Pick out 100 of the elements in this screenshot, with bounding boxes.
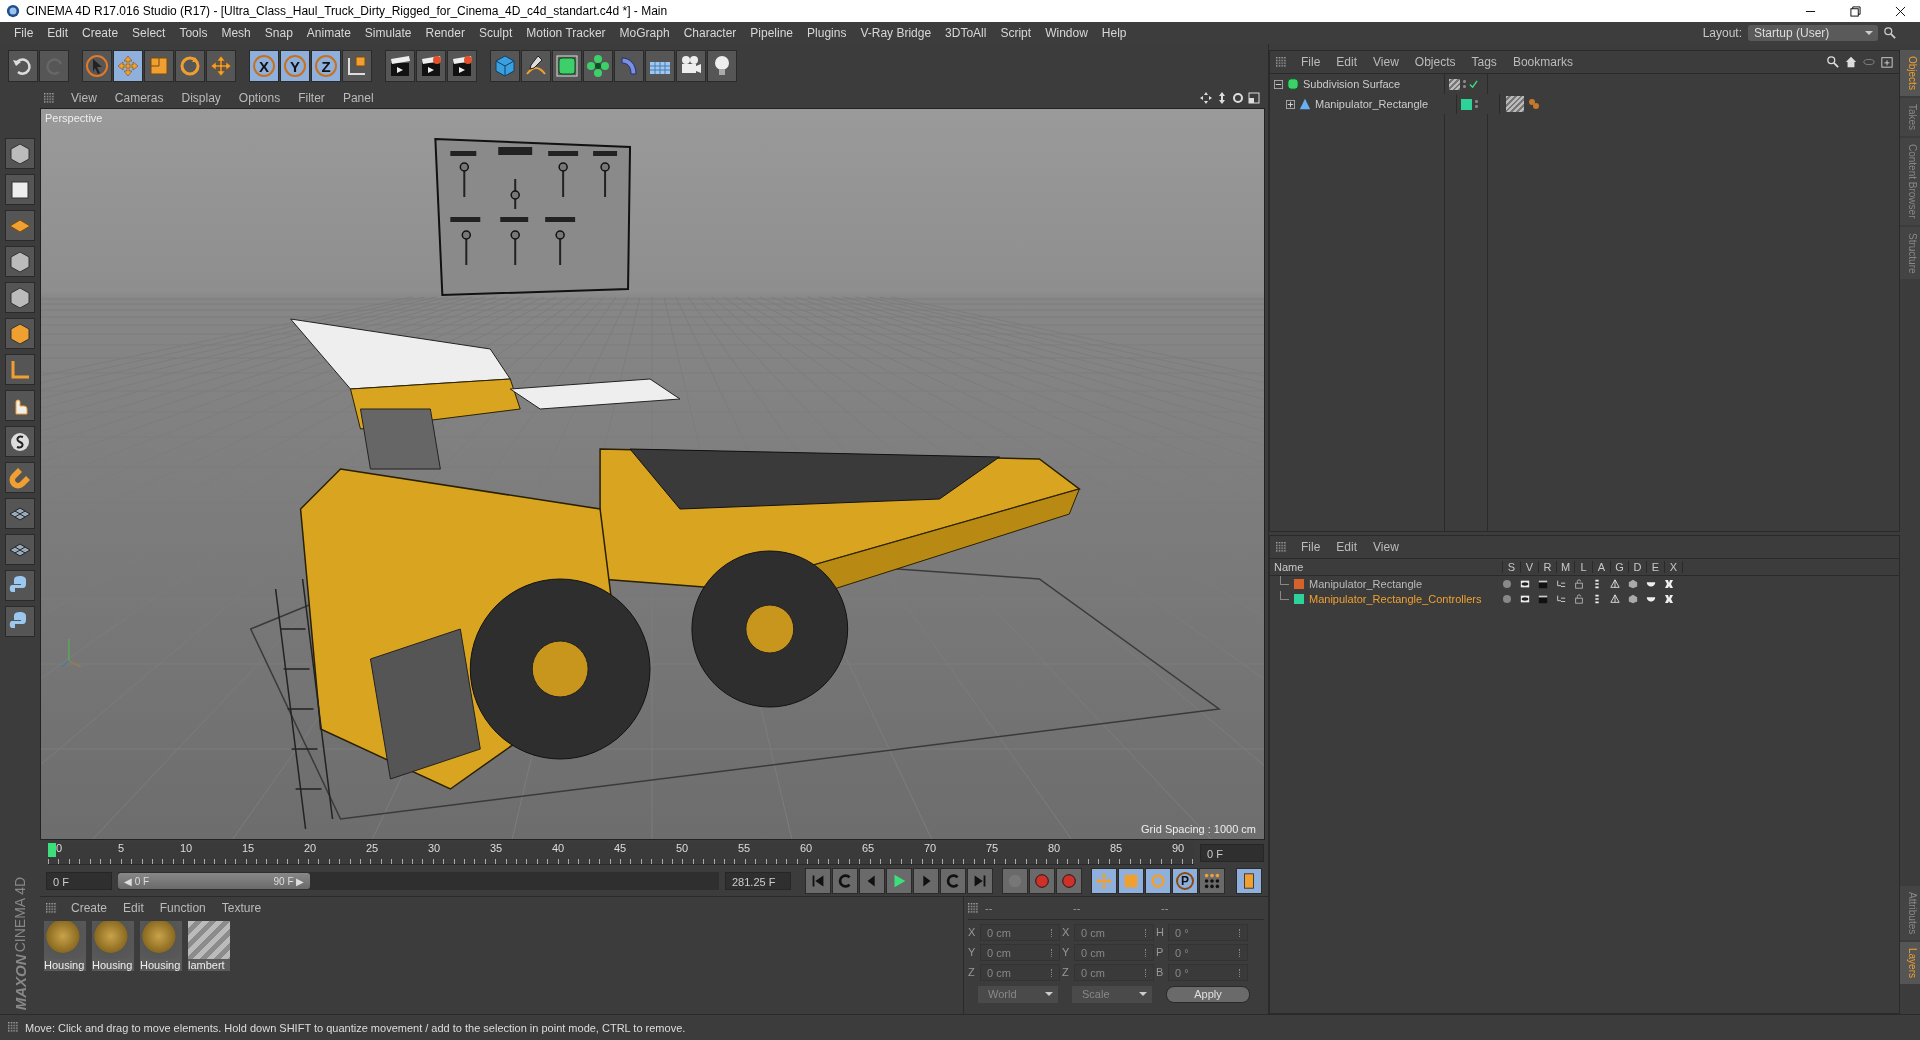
mode-tool-icon[interactable] [5, 534, 35, 565]
mode-tool-icon[interactable] [5, 210, 35, 241]
column-header[interactable]: V [1521, 561, 1539, 573]
light-button[interactable] [707, 50, 737, 82]
menu-item[interactable]: Character [677, 26, 745, 40]
play-button[interactable] [886, 868, 912, 894]
column-header[interactable]: G [1611, 561, 1629, 573]
param-button[interactable]: P [1172, 868, 1198, 894]
move-button[interactable] [113, 50, 143, 82]
mode-tool-icon[interactable] [5, 462, 35, 493]
mode-tool-icon[interactable] [5, 138, 35, 169]
menu-item[interactable]: Render [419, 26, 473, 40]
eye-icon[interactable] [1520, 578, 1530, 589]
close-icon[interactable] [1895, 5, 1906, 17]
animation-icon[interactable] [1592, 578, 1602, 589]
menu-item[interactable]: Motion Tracker [520, 26, 614, 40]
column-header[interactable]: S [1503, 561, 1521, 573]
apply-button[interactable]: Apply [1166, 985, 1250, 1003]
subdivide-button[interactable] [552, 50, 582, 82]
cube-button[interactable] [490, 50, 520, 82]
floor-button[interactable] [645, 50, 675, 82]
coordinate-field[interactable]: 0 cm [980, 963, 1060, 981]
layer-color-swatch[interactable] [1294, 593, 1304, 604]
playhead[interactable] [48, 842, 56, 857]
material-menu-item[interactable]: Function [151, 901, 214, 915]
generator-icon[interactable] [1610, 578, 1620, 589]
home-icon[interactable] [1845, 56, 1857, 68]
column-header[interactable]: E [1647, 561, 1665, 573]
xref-icon[interactable] [1664, 593, 1674, 604]
column-header[interactable]: M [1557, 561, 1575, 573]
deformer-button[interactable] [614, 50, 644, 82]
camera-button[interactable] [676, 50, 706, 82]
mode-tool-icon[interactable] [5, 282, 35, 313]
axis-lock-button[interactable]: Y [280, 50, 310, 82]
select-button[interactable] [82, 50, 112, 82]
animation-icon[interactable] [1592, 593, 1602, 604]
timeline-button[interactable] [1236, 868, 1262, 894]
layer-color-icon[interactable] [1461, 98, 1472, 110]
coordinate-field[interactable]: 0 cm [980, 923, 1060, 941]
material-swatch[interactable]: lambert [188, 921, 230, 971]
axis-lock-button[interactable]: X [249, 50, 279, 82]
rotate-button[interactable] [1145, 868, 1171, 894]
menu-item[interactable]: 3DToAll [939, 26, 995, 40]
restore-icon[interactable] [1850, 5, 1861, 17]
viewport-menu-item[interactable]: View [63, 91, 105, 105]
coordinate-field[interactable]: 0 cm [980, 943, 1060, 961]
objects-menu-item[interactable]: Objects [1406, 55, 1464, 69]
lock-icon[interactable] [1574, 578, 1584, 589]
mode-tool-icon[interactable] [5, 174, 35, 205]
solo-dot-icon[interactable] [1502, 593, 1512, 604]
undo-button[interactable] [8, 50, 38, 82]
new-panel-icon[interactable] [1881, 56, 1893, 68]
material-swatch[interactable]: Housing [140, 921, 182, 971]
menu-item[interactable]: Plugins [801, 26, 855, 40]
lock-icon[interactable] [1574, 593, 1584, 604]
mode-tool-icon[interactable] [5, 354, 35, 385]
current-frame-field[interactable]: 0 F [1200, 844, 1264, 862]
search-icon[interactable] [1827, 56, 1839, 68]
column-header[interactable]: R [1539, 561, 1557, 573]
objects-menu-item[interactable]: View [1365, 55, 1407, 69]
menu-item[interactable]: Pipeline [744, 26, 802, 40]
material-menu-item[interactable]: Edit [115, 901, 152, 915]
mode-tool-icon[interactable] [5, 570, 35, 601]
eye-icon[interactable] [1520, 593, 1530, 604]
start-frame-field[interactable]: 0 F [46, 872, 112, 890]
viewport-menu-item[interactable]: Filter [290, 91, 333, 105]
deformer-icon[interactable] [1628, 578, 1638, 589]
viewport-menu-item[interactable]: Cameras [106, 91, 172, 105]
scale-button[interactable] [1118, 868, 1144, 894]
menu-item[interactable]: Animate [300, 26, 359, 40]
render-view-button[interactable] [385, 50, 415, 82]
layers-menu-item[interactable]: View [1365, 540, 1407, 554]
maximize-view-icon[interactable] [1248, 92, 1260, 104]
search-icon[interactable] [1884, 27, 1896, 39]
layout-dropdown[interactable]: Startup (User) [1748, 25, 1878, 41]
mode-tool-icon[interactable] [5, 606, 35, 637]
menu-item[interactable]: Tools [173, 26, 216, 40]
tree-toggle-icon[interactable] [1286, 99, 1295, 109]
material-swatch[interactable]: Housing [92, 921, 134, 971]
menu-item[interactable]: File [8, 26, 42, 40]
coordinate-field[interactable]: 0 cm [1074, 943, 1154, 961]
render-settings-button[interactable] [447, 50, 477, 82]
side-tab[interactable]: Layers [1900, 942, 1920, 984]
prev-key-button[interactable] [859, 868, 885, 894]
objects-menu-item[interactable]: Bookmarks [1504, 55, 1581, 69]
menu-item[interactable]: Help [1095, 26, 1135, 40]
objects-menu-item[interactable]: Edit [1328, 55, 1366, 69]
menu-item[interactable]: Script [994, 26, 1040, 40]
pen-button[interactable] [521, 50, 551, 82]
last-button[interactable] [967, 868, 993, 894]
record-button[interactable] [1029, 868, 1055, 894]
menu-item[interactable]: V-Ray Bridge [854, 26, 940, 40]
solo-dot-icon[interactable] [1502, 578, 1512, 589]
column-header[interactable]: X [1665, 561, 1683, 573]
material-swatch[interactable]: Housing [44, 921, 86, 971]
zoom-view-icon[interactable] [1216, 92, 1228, 104]
render-button[interactable] [416, 50, 446, 82]
hierarchy-icon[interactable] [1556, 578, 1566, 589]
timeline-ruler[interactable]: 0 5 10 15 20 25 30 35 40 45 50 55 60 65 70 75 80 85 90 [48, 841, 1194, 865]
mode-tool-icon[interactable] [5, 246, 35, 277]
